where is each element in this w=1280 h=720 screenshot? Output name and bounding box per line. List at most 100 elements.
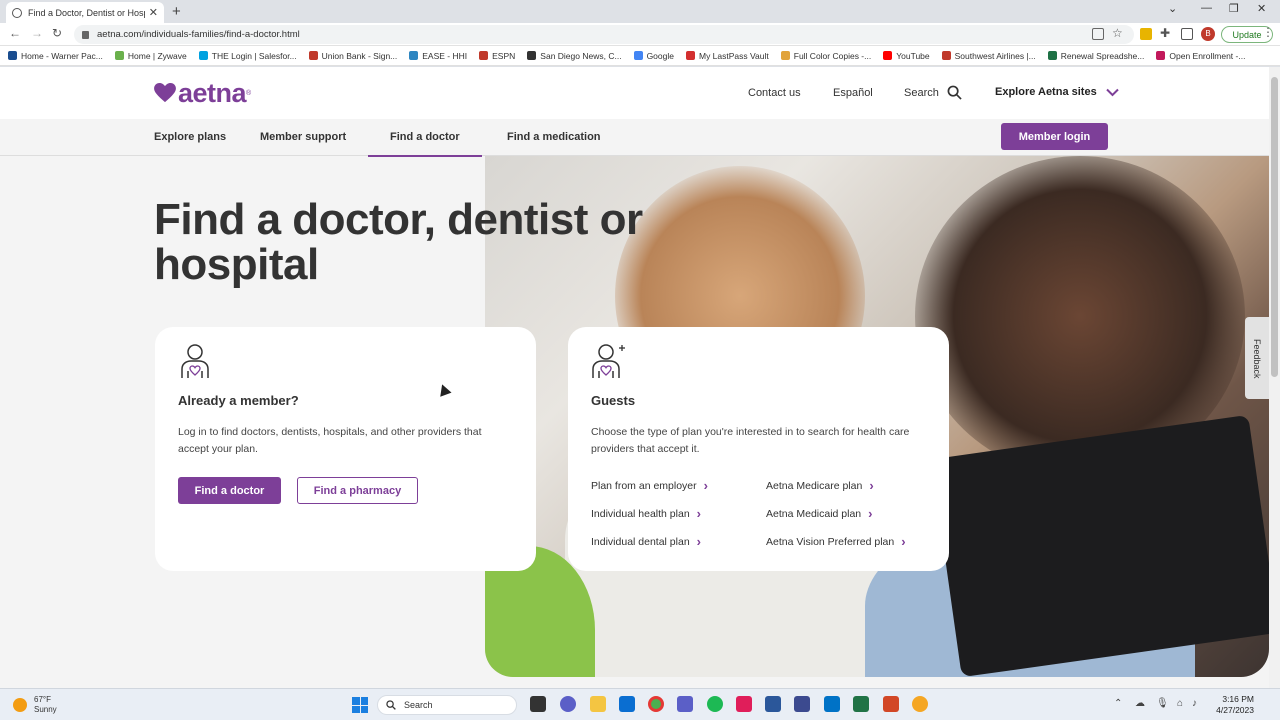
member-login-button[interactable]: Member login (1001, 123, 1108, 150)
extension-icon[interactable] (1140, 28, 1152, 40)
wifi-icon[interactable]: ⌂ (1177, 698, 1183, 709)
explore-aetna-sites-dropdown[interactable]: Explore Aetna sites (995, 86, 1119, 98)
chat-icon[interactable] (560, 696, 576, 712)
bookmark-item[interactable]: ESPN (479, 51, 515, 61)
bookmark-label: ESPN (492, 50, 516, 61)
bookmark-item[interactable]: San Diego News, C... (527, 51, 622, 61)
aetna-logo[interactable]: aetna ® (154, 78, 252, 108)
feedback-tab[interactable]: Feedback (1245, 317, 1269, 399)
url-text: aetna.com/individuals-families/find-a-do… (97, 29, 300, 40)
outlook-icon[interactable] (824, 696, 840, 712)
tab-search-icon[interactable]: ⌄ (1168, 2, 1177, 15)
excel-icon[interactable] (853, 696, 869, 712)
nav-find-a-doctor[interactable]: Find a doctor (368, 131, 482, 157)
bookmark-label: YouTube (896, 50, 930, 61)
bookmark-star-icon[interactable]: ☆ (1112, 26, 1123, 40)
bookmark-item[interactable]: Google (633, 51, 674, 61)
nav-member-support[interactable]: Member support (260, 131, 346, 143)
heart-logo-icon (154, 83, 176, 103)
new-tab-icon[interactable]: + (172, 3, 181, 20)
bookmark-favicon-icon (114, 51, 124, 60)
weather-condition: Sunny (34, 705, 57, 714)
close-window-icon[interactable]: ✕ (1257, 2, 1266, 15)
chevron-right-icon: › (869, 478, 874, 493)
chevron-right-icon: › (703, 478, 708, 493)
nav-find-a-medication[interactable]: Find a medication (507, 131, 601, 143)
chevron-down-icon (1105, 88, 1119, 96)
app-icon[interactable] (912, 696, 928, 712)
chevron-right-icon: › (696, 506, 702, 521)
tray-overflow-icon[interactable]: ⌃ (1114, 698, 1122, 709)
extensions-puzzle-icon[interactable]: ✚ (1160, 26, 1170, 40)
url-bar[interactable]: aetna.com/individuals-families/find-a-do… (74, 25, 1134, 44)
plan-link-label: Aetna Vision Preferred plan (766, 535, 895, 548)
store-icon[interactable] (619, 696, 635, 712)
plan-link-medicare[interactable]: Aetna Medicare plan › (766, 478, 874, 493)
bookmark-item[interactable]: Home - Warner Pac... (8, 51, 103, 61)
teams-icon[interactable] (677, 696, 693, 712)
plan-link-individual-dental[interactable]: Individual dental plan › (591, 534, 701, 549)
powerpoint-icon[interactable] (883, 696, 899, 712)
slack-icon[interactable] (736, 696, 752, 712)
reload-icon[interactable]: ↻ (52, 26, 62, 40)
find-a-doctor-button[interactable]: Find a doctor (178, 477, 281, 504)
bookmark-item[interactable]: Renewal Spreadshe... (1047, 50, 1145, 61)
bookmark-item[interactable]: Open Enrollment -... (1156, 51, 1245, 61)
bookmark-label: Home - Warner Pac... (21, 50, 103, 61)
close-tab-icon[interactable]: ✕ (149, 6, 158, 19)
weather-widget[interactable]: 67°F Sunny (13, 695, 57, 715)
plan-link-vision-preferred[interactable]: Aetna Vision Preferred plan › (766, 534, 906, 549)
chrome-icon[interactable] (648, 696, 664, 712)
espanol-link[interactable]: Español (833, 87, 873, 99)
taskbar-search[interactable]: Search (377, 695, 517, 715)
taskbar-clock[interactable]: 3:16 PM 4/27/2023 (1212, 694, 1254, 716)
hero-photo-tablet (931, 414, 1269, 677)
plan-link-medicaid[interactable]: Aetna Medicaid plan › (766, 506, 873, 521)
bookmark-item[interactable]: YouTube (883, 50, 930, 61)
task-view-icon[interactable] (530, 696, 546, 712)
bookmark-favicon-icon (633, 51, 643, 60)
share-icon[interactable] (1092, 28, 1104, 40)
windows-start-icon[interactable] (352, 697, 368, 713)
tab-title: Find a Doctor, Dentist or Hospital (28, 7, 145, 18)
bookmark-item[interactable]: My LastPass Vault (685, 51, 769, 61)
file-explorer-icon[interactable] (590, 696, 606, 712)
bookmark-label: Renewal Spreadshe... (1060, 50, 1145, 61)
microphone-icon[interactable]: 🎙 (1156, 698, 1169, 709)
menu-dots-icon[interactable]: ⋮ (1262, 25, 1274, 39)
app-icon[interactable] (794, 696, 810, 712)
find-a-pharmacy-button[interactable]: Find a pharmacy (297, 477, 418, 504)
bookmark-item[interactable]: THE Login | Salesfor... (198, 51, 297, 61)
registered-mark: ® (246, 89, 252, 97)
contact-us-link[interactable]: Contact us (748, 87, 801, 99)
bookmark-item[interactable]: Full Color Copies -... (780, 51, 871, 61)
volume-icon[interactable]: ♪ (1192, 698, 1197, 709)
explore-label: Explore Aetna sites (995, 86, 1097, 98)
bookmark-favicon-icon (198, 51, 208, 60)
network-icon[interactable]: ☁ (1135, 698, 1145, 709)
bookmark-favicon-icon (409, 51, 419, 60)
browser-tab[interactable]: Find a Doctor, Dentist or Hospital ✕ (6, 2, 164, 23)
restore-icon[interactable]: ❐ (1229, 2, 1239, 15)
bookmark-item[interactable]: EASE - HHI (409, 51, 467, 61)
forward-icon[interactable]: → (31, 26, 43, 40)
profile-avatar[interactable]: B (1201, 27, 1215, 41)
bookmark-label: Open Enrollment -... (1169, 50, 1246, 61)
bookmark-item[interactable]: Home | Zywave (114, 51, 187, 61)
bookmark-item[interactable]: Union Bank - Sign... (308, 51, 397, 61)
plan-link-employer[interactable]: Plan from an employer › (591, 478, 708, 493)
word-icon[interactable] (765, 696, 781, 712)
bookmark-item[interactable]: Southwest Airlines |... (941, 51, 1036, 61)
guest-card-heading: Guests (591, 393, 636, 408)
site-header: aetna ® Contact us Español Search Explor… (0, 67, 1269, 119)
side-panel-icon[interactable] (1181, 28, 1193, 40)
spotify-icon[interactable] (707, 696, 723, 712)
plan-link-individual-health[interactable]: Individual health plan › (591, 506, 701, 521)
header-search[interactable]: Search (904, 85, 962, 100)
scrollbar-thumb[interactable] (1271, 77, 1278, 377)
minimize-icon[interactable]: — (1201, 2, 1212, 14)
page-scrollbar[interactable] (1269, 67, 1280, 688)
back-icon[interactable]: ← (9, 26, 21, 40)
member-person-icon (181, 344, 209, 378)
nav-explore-plans[interactable]: Explore plans (154, 131, 226, 143)
